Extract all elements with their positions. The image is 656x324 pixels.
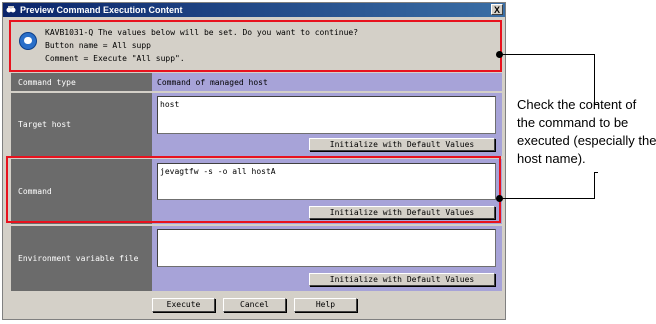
command-reset-button[interactable]: Initialize with Default Values bbox=[309, 206, 495, 219]
env-file-reset-button[interactable]: Initialize with Default Values bbox=[309, 273, 495, 286]
close-button[interactable]: X bbox=[491, 4, 503, 15]
title-bar[interactable]: Preview Command Execution Content X bbox=[3, 3, 505, 17]
app-icon bbox=[6, 6, 16, 13]
env-file-cell: Initialize with Default Values bbox=[152, 226, 502, 291]
preview-dialog: Preview Command Execution Content X KAVB… bbox=[2, 2, 506, 320]
message-line: Button name = All supp bbox=[45, 41, 151, 50]
env-file-label: Environment variable file bbox=[11, 226, 152, 291]
callout-line bbox=[500, 54, 595, 55]
callout-line bbox=[500, 198, 595, 199]
command-type-label: Command type bbox=[11, 73, 152, 91]
message-area: KAVB1031-Q The values below will be set.… bbox=[9, 20, 502, 72]
env-file-field[interactable] bbox=[157, 229, 496, 267]
question-icon bbox=[19, 32, 37, 50]
message-line: Comment = Execute "All supp". bbox=[45, 54, 185, 63]
callout-line bbox=[594, 172, 598, 173]
command-cell: jevagtfw -s -o all hostA Initialize with… bbox=[152, 159, 502, 224]
cancel-button[interactable]: Cancel bbox=[223, 298, 286, 312]
target-host-field[interactable]: host bbox=[157, 96, 496, 134]
message-line: KAVB1031-Q The values below will be set.… bbox=[45, 28, 359, 37]
command-label: Command bbox=[11, 159, 152, 224]
window-title: Preview Command Execution Content bbox=[20, 5, 183, 15]
command-field[interactable]: jevagtfw -s -o all hostA bbox=[157, 163, 496, 200]
target-host-reset-button[interactable]: Initialize with Default Values bbox=[309, 138, 495, 151]
help-button[interactable]: Help bbox=[294, 298, 357, 312]
command-type-value: Command of managed host bbox=[152, 73, 502, 91]
target-host-cell: host Initialize with Default Values bbox=[152, 93, 502, 156]
callout-line bbox=[594, 172, 595, 199]
callout-text: Check the content of the command to be e… bbox=[517, 97, 656, 166]
target-host-label: Target host bbox=[11, 93, 152, 156]
execute-button[interactable]: Execute bbox=[152, 298, 215, 312]
